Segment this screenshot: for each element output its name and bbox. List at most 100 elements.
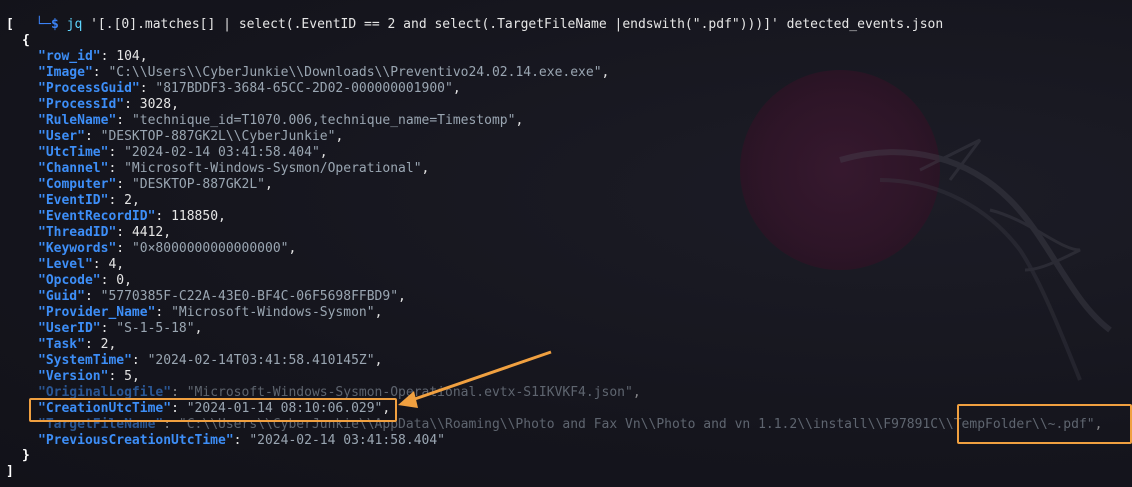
json-separator: : bbox=[116, 177, 132, 192]
json-value: "S-1-5-18" bbox=[116, 321, 195, 336]
json-field-line: "UtcTime": "2024-02-14 03:41:58.404", bbox=[38, 145, 328, 161]
json-comma: , bbox=[335, 129, 344, 144]
json-field-line: "Opcode": 0, bbox=[38, 273, 132, 289]
json-comma: , bbox=[374, 353, 383, 368]
json-field-line: "SystemTime": "2024-02-14T03:41:58.41014… bbox=[38, 353, 382, 369]
json-separator: : bbox=[84, 129, 101, 144]
json-separator: : bbox=[108, 161, 125, 176]
json-separator: : bbox=[116, 113, 132, 128]
json-separator: : bbox=[116, 225, 132, 240]
json-field-line: "Image": "C:\\Users\\CyberJunkie\\Downlo… bbox=[38, 65, 609, 81]
json-value: 0 bbox=[116, 273, 125, 288]
json-value: 3028 bbox=[139, 97, 172, 112]
json-field-line: "RuleName": "technique_id=T1070.006,tech… bbox=[38, 113, 523, 129]
json-value: "DESKTOP-887GK2L" bbox=[131, 177, 265, 192]
json-open-array: [ bbox=[6, 17, 14, 32]
json-value: 104 bbox=[116, 49, 140, 64]
json-value: "Microsoft-Windows-Sysmon/Operational" bbox=[124, 161, 422, 176]
json-comma: , bbox=[515, 113, 524, 128]
json-key: "UserID" bbox=[38, 321, 101, 336]
json-key: "ThreadID" bbox=[38, 225, 117, 240]
json-key: "User" bbox=[38, 129, 85, 144]
json-comma: , bbox=[319, 145, 328, 160]
json-separator: : bbox=[84, 337, 101, 352]
json-key: "row_id" bbox=[38, 49, 101, 64]
json-comma: , bbox=[265, 177, 273, 192]
json-field-line: "Keywords": "0×8000000000000000", bbox=[38, 241, 296, 257]
prompt-corner: └─ bbox=[35, 17, 51, 32]
json-field-line: "Version": 5, bbox=[38, 369, 140, 385]
json-field-line: "Channel": "Microsoft-Windows-Sysmon/Ope… bbox=[38, 161, 429, 177]
json-key: "Level" bbox=[38, 257, 93, 272]
json-comma: , bbox=[163, 225, 172, 240]
json-value: "2024-02-14 03:41:58.404" bbox=[249, 433, 445, 448]
json-field-line: "Computer": "DESKTOP-887GK2L", bbox=[38, 177, 273, 193]
json-separator: : bbox=[124, 97, 140, 112]
json-key: "EventID" bbox=[38, 193, 109, 208]
json-key: "ProcessGuid" bbox=[38, 81, 140, 96]
json-comma: , bbox=[374, 305, 383, 320]
json-separator: : bbox=[155, 305, 172, 320]
json-separator: : bbox=[100, 321, 117, 336]
json-field-line: "Level": 4, bbox=[38, 257, 124, 273]
json-value: "817BDDF3-3684-65CC-2D02-000000001900" bbox=[155, 81, 453, 96]
json-separator: : bbox=[116, 241, 132, 256]
json-key: "PreviousCreationUtcTime" bbox=[38, 433, 234, 448]
json-separator: : bbox=[233, 433, 250, 448]
json-comma: , bbox=[131, 193, 140, 208]
json-separator: : bbox=[92, 65, 109, 80]
json-field-line: "User": "DESKTOP-887GK2L\\CyberJunkie", bbox=[38, 129, 343, 145]
json-value: "DESKTOP-887GK2L\\CyberJunkie" bbox=[100, 129, 336, 144]
json-comma: , bbox=[171, 97, 179, 112]
json-separator: : bbox=[84, 289, 101, 304]
json-field-line: "row_id": 104, bbox=[38, 49, 148, 65]
json-key: "SystemTime" bbox=[38, 353, 132, 368]
json-field-line: "Guid": "5770385F-C22A-43E0-BF4C-06F5698… bbox=[38, 289, 406, 305]
prompt-symbol: $ bbox=[50, 17, 59, 32]
json-value: 5 bbox=[124, 369, 132, 384]
json-key: "EventRecordID" bbox=[38, 209, 156, 224]
json-separator: : bbox=[139, 81, 156, 96]
json-field-line: "Provider_Name": "Microsoft-Windows-Sysm… bbox=[38, 305, 382, 321]
json-value: "C:\\Users\\CyberJunkie\\Downloads\\Prev… bbox=[108, 65, 602, 80]
json-field-line: "EventRecordID": 118850, bbox=[38, 209, 226, 225]
json-key: "ProcessId" bbox=[38, 97, 125, 112]
json-comma: , bbox=[108, 337, 117, 352]
json-key: "Image" bbox=[38, 65, 93, 80]
json-comma: , bbox=[131, 369, 140, 384]
json-key: "UtcTime" bbox=[38, 145, 109, 160]
json-comma: , bbox=[139, 49, 148, 64]
command-arguments: '[.[0].matches[] | select(.EventID == 2 … bbox=[82, 17, 944, 32]
json-value: "technique_id=T1070.006,technique_name=T… bbox=[131, 113, 516, 128]
json-separator: : bbox=[155, 209, 172, 224]
terminal-window[interactable]: └─$ jq '[.[0].matches[] | select(.EventI… bbox=[0, 0, 1132, 487]
json-comma: , bbox=[218, 209, 226, 224]
json-comma: , bbox=[601, 65, 610, 80]
json-comma: , bbox=[288, 241, 297, 256]
command-name: jq bbox=[66, 17, 83, 32]
json-separator: : bbox=[108, 193, 125, 208]
json-value: "2024-02-14T03:41:58.410145Z" bbox=[147, 353, 375, 368]
json-separator: : bbox=[108, 369, 125, 384]
kali-dragon-icon bbox=[839, 138, 1112, 381]
json-value: "0×8000000000000000" bbox=[131, 241, 289, 256]
json-comma: , bbox=[632, 385, 641, 400]
json-comma: , bbox=[116, 257, 125, 272]
json-separator: : bbox=[92, 257, 109, 272]
json-field-line: "EventID": 2, bbox=[38, 193, 140, 209]
json-value: 2 bbox=[124, 193, 132, 208]
json-separator: : bbox=[100, 49, 117, 64]
json-separator: : bbox=[108, 145, 125, 160]
json-field-line: "UserID": "S-1-5-18", bbox=[38, 321, 202, 337]
json-value: 4412 bbox=[131, 225, 164, 240]
json-field-line: "ThreadID": 4412, bbox=[38, 225, 171, 241]
json-close-array: ] bbox=[6, 464, 14, 479]
json-comma: , bbox=[124, 273, 132, 288]
command-prompt-line: └─$ jq '[.[0].matches[] | select(.EventI… bbox=[4, 1, 943, 32]
json-key: "Task" bbox=[38, 337, 85, 352]
json-open-object: { bbox=[22, 33, 30, 48]
json-comma: , bbox=[194, 321, 203, 336]
json-key: "Keywords" bbox=[38, 241, 117, 256]
json-key: "Provider_Name" bbox=[38, 305, 156, 320]
json-comma: , bbox=[452, 81, 461, 96]
